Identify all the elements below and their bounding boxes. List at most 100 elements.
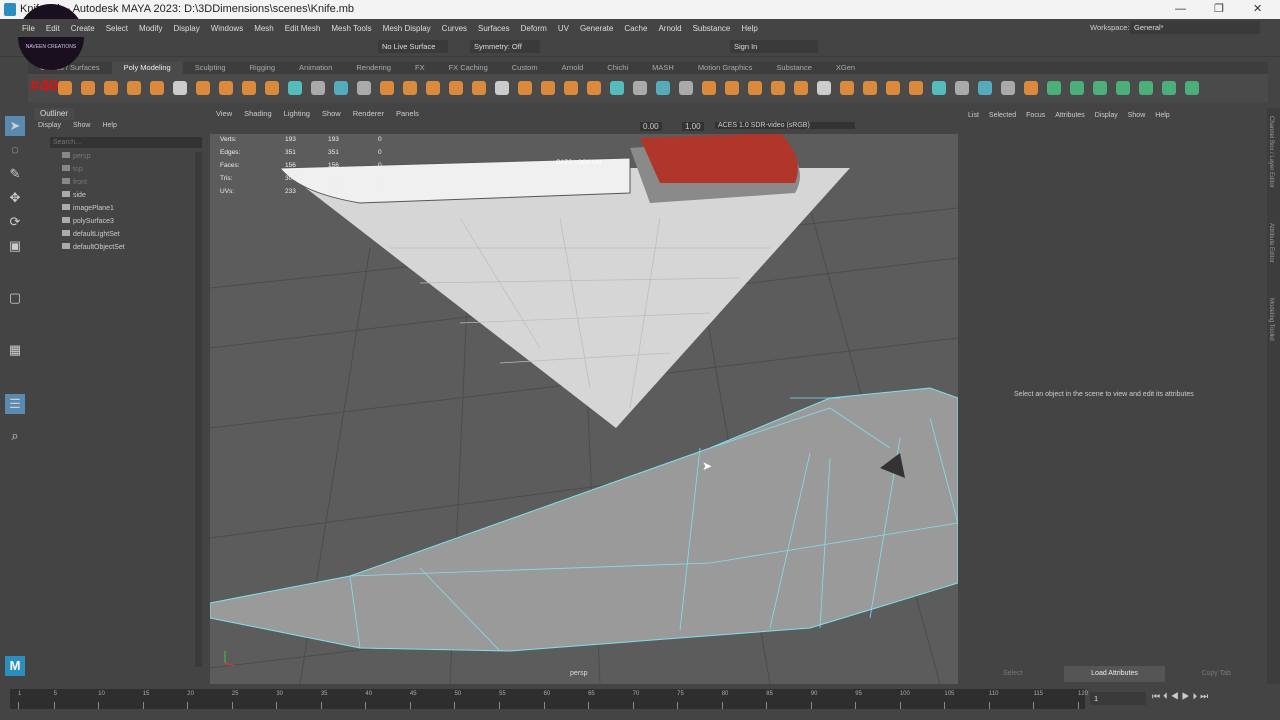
single-pane-icon[interactable]: ▢ [5,288,25,308]
shelf-tool-icon[interactable] [564,81,578,95]
maximize-button[interactable]: ❐ [1214,0,1224,19]
shelf-tool-icon[interactable] [311,81,325,95]
outliner-tab[interactable]: Outliner [34,108,75,120]
attr-select-button[interactable]: Select [962,666,1064,682]
attr-menu-display[interactable]: Display [1095,112,1118,119]
shelf-tool-icon[interactable] [955,81,969,95]
outliner-layout-icon[interactable]: ☰ [5,394,25,414]
outliner-menu-help[interactable]: Help [102,122,116,129]
rotate-tool-icon[interactable]: ⟳ [5,212,25,232]
menu-select[interactable]: Select [106,24,128,33]
outliner-search-input[interactable] [50,137,202,148]
shelf-tool-icon[interactable] [403,81,417,95]
menu-modify[interactable]: Modify [139,24,163,33]
shelf-tool-icon[interactable] [518,81,532,95]
shelf-tool-icon[interactable] [242,81,256,95]
shelf-tool-icon[interactable] [81,81,95,95]
workspace-dropdown[interactable]: General* [1130,21,1260,34]
outliner-item[interactable]: top [62,163,83,176]
shelf-tool-icon[interactable] [771,81,785,95]
viewport-menu-view[interactable]: View [216,108,232,120]
shelf-tool-icon[interactable] [58,81,72,95]
shelf-tool-icon[interactable] [610,81,624,95]
shelf-tool-icon[interactable] [1024,81,1038,95]
shelf-tool-icon[interactable] [1185,81,1199,95]
shelf-tool-icon[interactable] [725,81,739,95]
shelf-tool-icon[interactable] [978,81,992,95]
shelf-tab-2[interactable]: Sculpting [183,62,238,74]
shelf-tool-icon[interactable] [794,81,808,95]
shelf-tool-icon[interactable] [817,81,831,95]
shelf-tool-icon[interactable] [127,81,141,95]
menu-deform[interactable]: Deform [521,24,547,33]
menu-generate[interactable]: Generate [580,24,613,33]
shelf-tool-icon[interactable] [1001,81,1015,95]
viewport-menu-panels[interactable]: Panels [396,108,419,120]
attr-menu-focus[interactable]: Focus [1026,112,1045,119]
shelf-tab-11[interactable]: MASH [640,62,686,74]
current-frame-field[interactable]: 1 [1090,692,1146,705]
shelf-tool-icon[interactable] [748,81,762,95]
outliner-menu-display[interactable]: Display [38,122,61,129]
paint-select-icon[interactable]: ✎ [5,164,25,184]
exposure-field[interactable]: 0.00 [640,122,662,131]
shelf-tool-icon[interactable] [679,81,693,95]
live-surface-field[interactable]: No Live Surface [378,40,448,53]
outliner-item[interactable]: imagePlane1 [62,202,114,215]
shelf-tab-3[interactable]: Rigging [238,62,287,74]
shelf-tool-icon[interactable] [1070,81,1084,95]
four-pane-icon[interactable]: ▦ [5,340,25,360]
shelf-tool-icon[interactable] [357,81,371,95]
menu-display[interactable]: Display [174,24,200,33]
menu-windows[interactable]: Windows [211,24,243,33]
select-tool-icon[interactable]: ➤ [5,116,25,136]
scene-view[interactable]: ➤ [210,108,958,684]
side-tab-2[interactable]: Modeling Toolkit [1268,298,1274,341]
outliner-item[interactable]: persp [62,150,91,163]
attr-load-attributes-button[interactable]: Load Attributes [1063,666,1166,682]
attr-menu-attributes[interactable]: Attributes [1055,112,1085,119]
menu-surfaces[interactable]: Surfaces [478,24,510,33]
shelf-tool-icon[interactable] [265,81,279,95]
menu-arnold[interactable]: Arnold [658,24,681,33]
shelf-tab-5[interactable]: Rendering [344,62,403,74]
shelf-tab-10[interactable]: Chichi [595,62,640,74]
viewport-menu-renderer[interactable]: Renderer [353,108,384,120]
viewport-menu-lighting[interactable]: Lighting [284,108,310,120]
menu-cache[interactable]: Cache [624,24,647,33]
time-ruler[interactable]: 1 5 10 15 20 25 30 35 40 45 50 55 60 65 70 75 80 85 90 95 10… [10,689,1088,709]
shelf-tool-icon[interactable] [909,81,923,95]
close-button[interactable]: ✕ [1253,0,1262,19]
attr-menu-show[interactable]: Show [1128,112,1146,119]
shelf-tool-icon[interactable] [702,81,716,95]
shelf-tool-icon[interactable] [932,81,946,95]
viewport-persp[interactable]: ➤ View Shading Lighting Show Renderer Panels … [210,108,958,684]
shelf-tool-icon[interactable] [196,81,210,95]
outliner-item[interactable]: front [62,176,87,189]
minimize-button[interactable]: — [1175,0,1186,19]
attr-menu-selected[interactable]: Selected [989,112,1016,119]
side-tab-0[interactable]: Channel Box / Layer Editor [1268,116,1274,188]
shelf-tool-icon[interactable] [426,81,440,95]
menu-mesh-display[interactable]: Mesh Display [383,24,431,33]
shelf-tab-6[interactable]: FX [403,62,437,74]
shelf-tool-icon[interactable] [334,81,348,95]
outliner-item[interactable]: polySurface3 [62,215,114,228]
shelf-tool-icon[interactable] [495,81,509,95]
shelf-tab-8[interactable]: Custom [500,62,550,74]
menu-edit-mesh[interactable]: Edit Mesh [285,24,321,33]
menu-create[interactable]: Create [71,24,95,33]
shelf-tab-12[interactable]: Motion Graphics [686,62,765,74]
menu-curves[interactable]: Curves [442,24,467,33]
attr-copy-tab-button[interactable]: Copy Tab [1165,666,1267,682]
shelf-tool-icon[interactable] [1162,81,1176,95]
shelf-tool-icon[interactable] [541,81,555,95]
search-icon[interactable]: ⌕ [5,426,25,446]
shelf-tool-icon[interactable] [656,81,670,95]
scale-tool-icon[interactable]: ▣ [5,236,25,256]
lasso-tool-icon[interactable]: ◌ [5,140,25,160]
shelf-tool-icon[interactable] [1139,81,1153,95]
outliner-scrollbar[interactable] [195,152,202,667]
menu-mesh[interactable]: Mesh [254,24,274,33]
shelf-tool-icon[interactable] [1093,81,1107,95]
